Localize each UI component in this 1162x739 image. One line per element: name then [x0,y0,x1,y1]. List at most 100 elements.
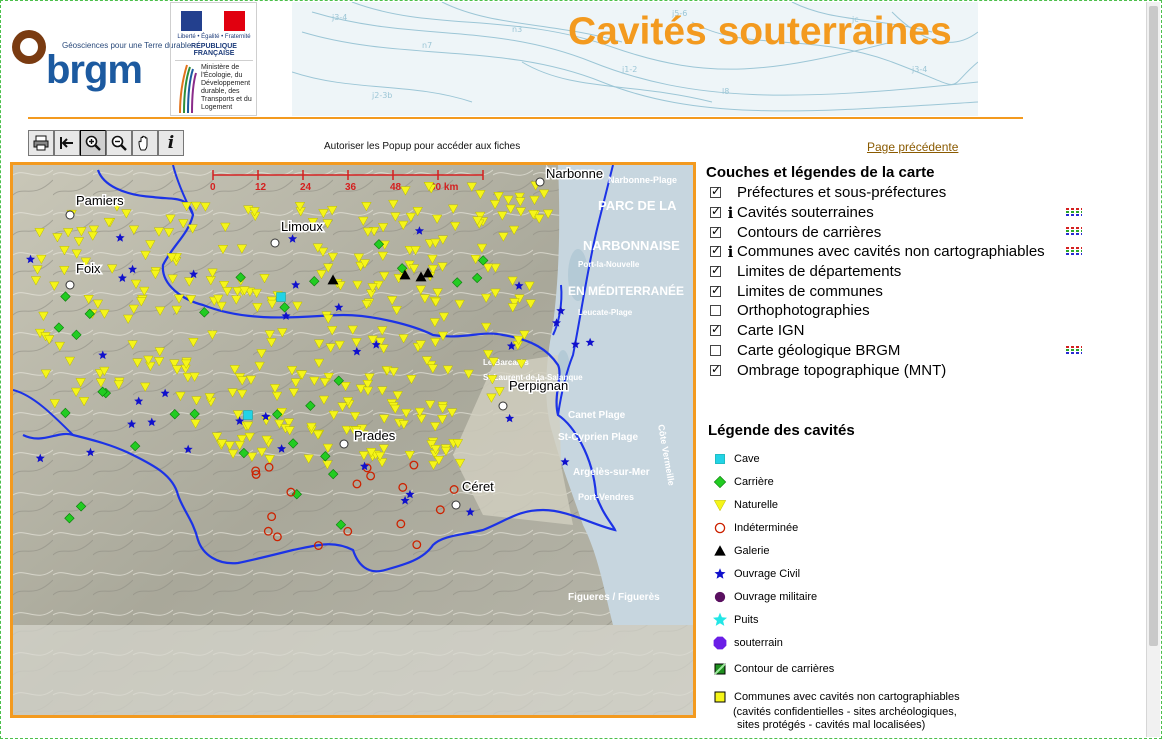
layer-checkbox[interactable] [710,263,721,278]
cavity-legend-label: Ouvrage militaire [734,590,818,603]
print-button[interactable] [28,130,54,156]
square-marker[interactable] [276,292,286,302]
square-symbol-icon [712,451,728,467]
layer-row-4[interactable]: Limites de départements [710,262,1090,282]
town-label: Perpignan [509,378,568,393]
cavity-legend-item: Ouvrage militaire [712,585,1012,608]
layer-checkbox[interactable] [710,243,721,258]
layer-legend-icon[interactable] [1066,247,1082,257]
cavity-legend-label: souterrain [734,636,783,649]
cavity-legend-item: Carrière [712,470,1012,493]
vertical-scrollbar[interactable] [1146,2,1160,737]
zoom-out-button[interactable] [106,130,132,156]
page-title: Cavités souterraines [568,10,952,53]
layer-checkbox[interactable] [710,362,721,376]
square-marker[interactable] [243,410,253,420]
map-viewport[interactable]: 0 12 24 36 48 60 km PARC DE LA NARBONNAISE EN M… [10,162,696,718]
basemap-label: EN MÉDITERRANÉE [568,283,684,298]
layers-title: Couches et légendes de la carte [706,164,935,181]
basemap-label: Argelès-sur-Mer [573,467,650,478]
layer-legend-icon[interactable] [1066,207,1082,218]
town-label: Prades [354,428,396,443]
star-big-symbol-icon [712,612,728,628]
ministry-name: Ministère de l'Écologie, du Développemen… [201,64,252,111]
svg-text:j3-4: j3-4 [331,13,347,22]
layer-checkbox[interactable] [710,224,721,238]
cavity-legend-extra: Contour de carrières Communes avec cavit… [712,660,1012,732]
cavity-legend-item: Naturelle [712,493,1012,516]
info-button[interactable]: i [158,130,184,156]
cavity-legend-label: Indéterminée [734,521,799,534]
zoom-out-icon [111,135,127,151]
cavity-legend-label: Puits [734,613,759,626]
scale-label: 24 [300,182,312,193]
layer-row-9[interactable]: Ombrage topographique (MNT) [710,360,1090,380]
cavity-legend: Cave Carrière Naturelle Indéterminée Galerie… [712,447,1012,654]
basemap-label: Port-Vendres [578,492,634,502]
print-icon [33,135,49,151]
layer-row-7[interactable]: Carte IGN [710,321,1090,341]
previous-page-link[interactable]: Page précédente [867,140,958,154]
svg-text:l8: l8 [722,87,729,96]
cavity-legend-item: Cave [712,447,1012,470]
cavity-legend-label: Naturelle [734,498,779,511]
layer-row-1[interactable]: iCavités souterraines [710,203,1090,223]
communes-note-2: sites protégés - cavités mal localisées) [737,719,926,731]
cavity-legend-label: Ouvrage Civil [734,567,801,580]
back-extent-button[interactable] [54,130,80,156]
layer-label: Ombrage topographique (MNT) [737,361,947,379]
layer-checkbox[interactable] [710,322,721,337]
layer-row-6[interactable]: Orthophotographies [710,301,1090,321]
layer-label: Communes avec cavités non cartographiabl… [737,243,1045,261]
layer-row-5[interactable]: Limites de communes [710,281,1090,301]
basemap-label: Figueres / Figuerès [568,592,660,603]
layer-checkbox[interactable] [710,344,721,356]
circle-symbol-icon [712,589,728,605]
svg-text:j2-3b: j2-3b [371,91,392,100]
layer-label: Limites de départements [737,263,902,281]
cavity-legend-item: Galerie [712,539,1012,562]
brgm-logo[interactable]: Géosciences pour une Terre durable brgm [10,24,191,94]
layer-checkbox[interactable] [710,305,721,317]
zoom-in-button[interactable] [80,130,106,156]
pan-hand-icon [138,135,148,151]
diamond-symbol-icon [712,474,728,490]
scale-label: 48 [390,182,402,193]
layer-info-icon[interactable]: i [725,204,736,222]
layer-row-3[interactable]: iCommunes avec cavités non cartographiab… [710,242,1090,262]
layer-label: Carte géologique BRGM [737,341,901,359]
svg-text:n3: n3 [512,25,522,34]
layer-checkbox[interactable] [710,184,721,199]
layer-legend-icon[interactable] [1066,227,1082,237]
cavity-legend-item: Puits [712,608,1012,631]
scale-label: 0 [210,182,216,193]
town-label: Narbonne [546,166,603,181]
layer-checkbox[interactable] [710,204,721,219]
layer-row-2[interactable]: Contours de carrières [710,222,1090,242]
layer-list: Préfectures et sous-préfecturesiCavités … [710,183,1090,380]
ring-symbol-icon [712,520,728,536]
popup-note: Autoriser les Popup pour accéder aux fic… [324,141,521,152]
layer-checkbox[interactable] [710,283,721,297]
map-canvas[interactable]: 0 12 24 36 48 60 km PARC DE LANARBONNAISEEN M… [13,165,693,715]
pan-button[interactable] [132,130,158,156]
info-icon: i [167,133,175,153]
brgm-logo-mark [12,30,46,64]
cavity-legend-title: Légende des cavités [708,422,855,439]
scale-label: 12 [255,182,267,193]
basemap-label: Canet Plage [568,410,626,421]
layer-info-icon[interactable]: i [725,243,736,261]
quarry-outline-legend: Contour de carrières [712,660,1012,678]
town-label: Céret [462,479,494,494]
zoom-in-icon [85,135,101,151]
scrollbar-thumb[interactable] [1149,6,1158,646]
cavity-legend-item: Indéterminée [712,516,1012,539]
octagon-symbol-icon [712,635,728,651]
layer-row-8[interactable]: Carte géologique BRGM [710,341,1090,361]
ministry-bars-icon [179,64,197,113]
republique-francaise-logo[interactable]: Liberté • Égalité • Fraternité RÉPUBLIQU… [170,2,257,116]
layer-row-0[interactable]: Préfectures et sous-préfectures [710,183,1090,203]
layer-legend-icon[interactable] [1066,345,1082,356]
basemap-label: Narbonne-Plage [608,175,677,185]
town-label: Foix [76,261,101,276]
